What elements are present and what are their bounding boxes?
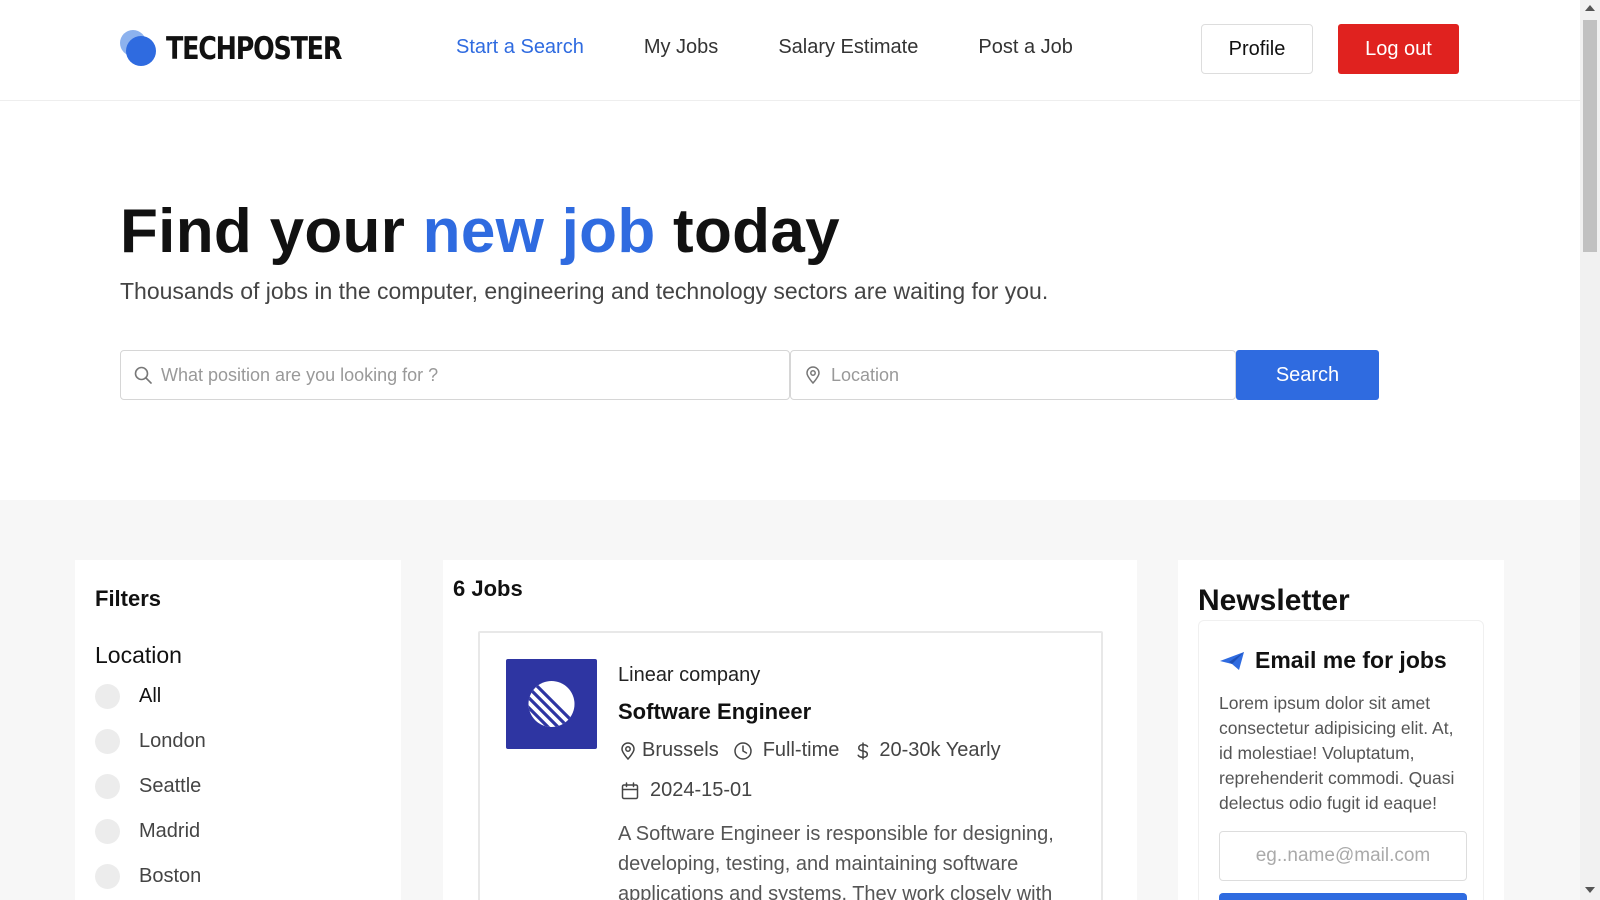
jobs-panel: 6 Jobs Linear company Software Engineer — [443, 560, 1137, 900]
hero-title: Find your new job today — [120, 196, 840, 267]
send-icon — [1220, 651, 1244, 670]
filter-option-label: London — [139, 730, 206, 752]
newsletter-panel: Newsletter Email me for jobs Lorem ipsum… — [1178, 560, 1504, 900]
search-bar: Search — [120, 350, 1379, 400]
scroll-down-arrow-icon[interactable] — [1585, 887, 1595, 893]
profile-button[interactable]: Profile — [1201, 24, 1313, 74]
brand-logo[interactable]: TECHPOSTER — [120, 30, 380, 68]
newsletter-card-title: Email me for jobs — [1255, 647, 1447, 673]
location-input[interactable] — [831, 351, 1235, 399]
job-title[interactable]: Software Engineer — [618, 699, 811, 725]
radio-button[interactable] — [95, 684, 120, 709]
job-salary: 20-30k Yearly — [879, 739, 1001, 761]
top-header: TECHPOSTER Start a Search My Jobs Salary… — [0, 0, 1580, 101]
filters-panel: Filters Location All London Seattle Madr… — [75, 560, 401, 900]
filter-option-boston[interactable]: Boston — [95, 864, 201, 889]
filter-option-madrid[interactable]: Madrid — [95, 819, 200, 844]
newsletter-text: Lorem ipsum dolor sit amet consectetur a… — [1219, 693, 1455, 813]
dollar-icon — [857, 742, 869, 759]
radio-button[interactable] — [95, 864, 120, 889]
nav-salary-estimate[interactable]: Salary Estimate — [778, 36, 918, 59]
job-meta: Brussels Full-time 20-30k Yearly — [618, 739, 1001, 762]
filter-option-all[interactable]: All — [95, 684, 161, 709]
location-filter-label: Location — [95, 642, 182, 668]
linear-logo-icon — [528, 681, 575, 727]
page-scrollbar[interactable] — [1580, 0, 1600, 900]
calendar-icon — [621, 781, 639, 799]
scrollbar-thumb[interactable] — [1583, 20, 1597, 252]
job-date-row: 2024-15-01 — [618, 779, 752, 802]
company-name: Linear company — [618, 664, 761, 686]
hero-title-part2: today — [655, 197, 840, 266]
position-field — [120, 350, 790, 400]
nav-my-jobs[interactable]: My Jobs — [644, 36, 718, 59]
subscribe-button[interactable] — [1219, 893, 1467, 900]
map-pin-icon — [806, 366, 820, 385]
radio-button[interactable] — [95, 729, 120, 754]
clock-icon — [733, 741, 752, 760]
search-icon — [134, 366, 152, 384]
job-description: A Software Engineer is responsible for d… — [618, 823, 1054, 900]
filter-option-label: All — [139, 685, 162, 707]
radio-button[interactable] — [95, 774, 120, 799]
nav-start-search[interactable]: Start a Search — [456, 36, 584, 59]
email-field[interactable] — [1219, 831, 1467, 881]
nav-post-a-job[interactable]: Post a Job — [978, 36, 1073, 59]
newsletter-card: Email me for jobs Lorem ipsum dolor sit … — [1198, 620, 1484, 900]
job-type: Full-time — [762, 739, 840, 761]
logout-button[interactable]: Log out — [1338, 24, 1459, 74]
filter-option-label: Madrid — [139, 820, 201, 842]
main-nav: Start a Search My Jobs Salary Estimate P… — [456, 36, 1133, 59]
filter-option-label: Boston — [139, 865, 202, 887]
scroll-up-arrow-icon[interactable] — [1585, 5, 1595, 11]
radio-button[interactable] — [95, 819, 120, 844]
hero-title-accent: new job — [422, 197, 656, 266]
brand-name: TECHPOSTER — [166, 31, 342, 67]
hero-title-part1: Find your — [120, 197, 423, 266]
newsletter-card-header: Email me for jobs — [1219, 647, 1447, 674]
newsletter-title: Newsletter — [1198, 584, 1350, 617]
location-field — [790, 350, 1236, 400]
company-logo — [506, 659, 597, 749]
position-search-input[interactable] — [161, 351, 789, 399]
filters-title: Filters — [95, 586, 162, 611]
search-button[interactable]: Search — [1236, 350, 1379, 400]
logo-icon — [120, 30, 158, 68]
filter-option-london[interactable]: London — [95, 729, 206, 754]
jobs-count: 6 Jobs — [453, 576, 523, 601]
hero-subtitle: Thousands of jobs in the computer, engin… — [120, 278, 1049, 304]
filter-option-seattle[interactable]: Seattle — [95, 774, 201, 799]
job-date: 2024-15-01 — [650, 779, 753, 801]
map-pin-icon — [621, 741, 635, 760]
filter-option-label: Seattle — [139, 775, 202, 797]
job-location: Brussels — [642, 739, 719, 761]
job-card[interactable]: Linear company Software Engineer Brussel… — [478, 631, 1103, 900]
